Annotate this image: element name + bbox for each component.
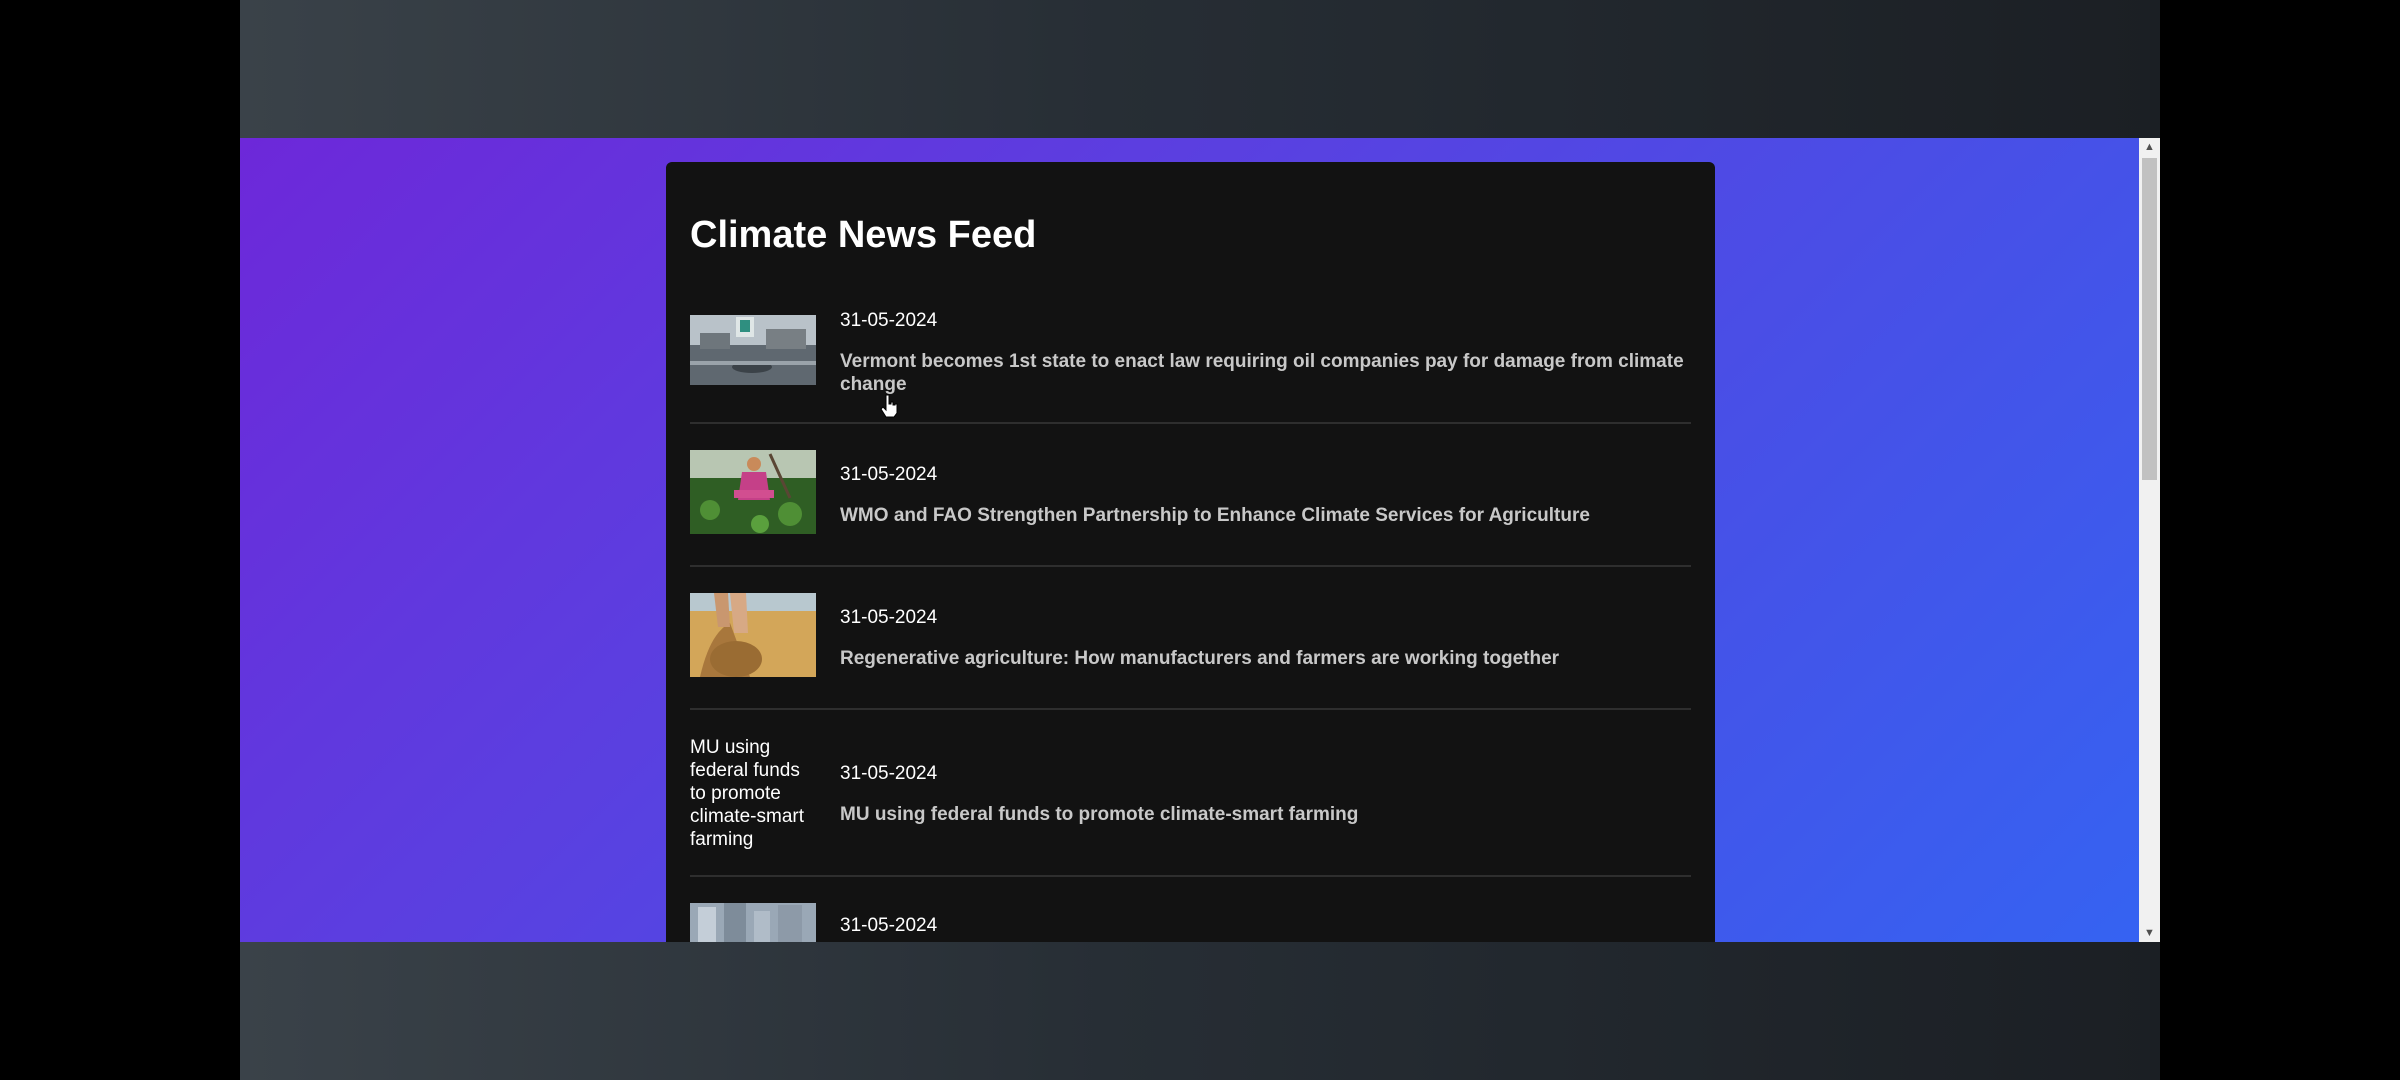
news-item[interactable]: 31-05-2024 WMO and FAO Strengthen Partne…	[690, 424, 1691, 567]
farmer-photo	[690, 450, 816, 534]
wheat-photo	[690, 593, 816, 677]
news-thumbnail[interactable]	[690, 593, 816, 682]
news-item[interactable]: MU using federal funds to promote climat…	[690, 710, 1691, 877]
news-date: 31-05-2024	[840, 310, 938, 331]
city-photo	[690, 903, 816, 942]
news-item[interactable]: 31-05-2024	[690, 877, 1691, 942]
news-text: 31-05-2024	[840, 915, 1691, 943]
news-thumbnail[interactable]	[690, 903, 816, 942]
screen-frame: Climate News Feed 31-05-2024 Vermont bec…	[240, 0, 2160, 1080]
vertical-scrollbar[interactable]: ▲ ▼	[2139, 138, 2160, 942]
hand-cursor-icon	[880, 394, 898, 418]
news-text: 31-05-2024 Vermont becomes 1st state to …	[840, 308, 1691, 396]
news-text: 31-05-2024 Regenerative agriculture: How…	[840, 605, 1691, 670]
image-alt-text: MU using federal funds to promote climat…	[690, 737, 805, 850]
news-date: 31-05-2024	[840, 607, 938, 628]
news-item[interactable]: 31-05-2024 Vermont becomes 1st state to …	[690, 308, 1691, 424]
news-text: 31-05-2024 MU using federal funds to pro…	[840, 761, 1691, 826]
browser-viewport: Climate News Feed 31-05-2024 Vermont bec…	[240, 138, 2160, 942]
news-headline-link[interactable]: MU using federal funds to promote climat…	[840, 803, 1691, 826]
news-headline-link[interactable]: WMO and FAO Strengthen Partnership to En…	[840, 504, 1691, 527]
news-headline-link[interactable]: Regenerative agriculture: How manufactur…	[840, 647, 1691, 670]
news-thumbnail[interactable]	[690, 450, 816, 539]
news-thumbnail-broken[interactable]: MU using federal funds to promote climat…	[690, 736, 816, 851]
news-date: 31-05-2024	[840, 763, 938, 784]
scrollbar-thumb[interactable]	[2142, 158, 2157, 480]
news-list: 31-05-2024 Vermont becomes 1st state to …	[690, 308, 1691, 942]
scroll-down-arrow-icon[interactable]: ▼	[2139, 924, 2160, 942]
news-text: 31-05-2024 WMO and FAO Strengthen Partne…	[840, 462, 1691, 527]
news-item[interactable]: 31-05-2024 Regenerative agriculture: How…	[690, 567, 1691, 710]
news-feed-card: Climate News Feed 31-05-2024 Vermont bec…	[666, 162, 1715, 942]
letterbox-right	[2160, 0, 2400, 1080]
news-headline-link[interactable]: Vermont becomes 1st state to enact law r…	[840, 350, 1691, 396]
page-title: Climate News Feed	[690, 214, 1037, 256]
scroll-up-arrow-icon[interactable]: ▲	[2139, 138, 2160, 156]
news-date: 31-05-2024	[840, 464, 938, 485]
news-date: 31-05-2024	[840, 914, 938, 936]
news-thumbnail[interactable]	[690, 314, 816, 390]
letterbox-left	[0, 0, 240, 1080]
flood-photo	[690, 314, 816, 385]
